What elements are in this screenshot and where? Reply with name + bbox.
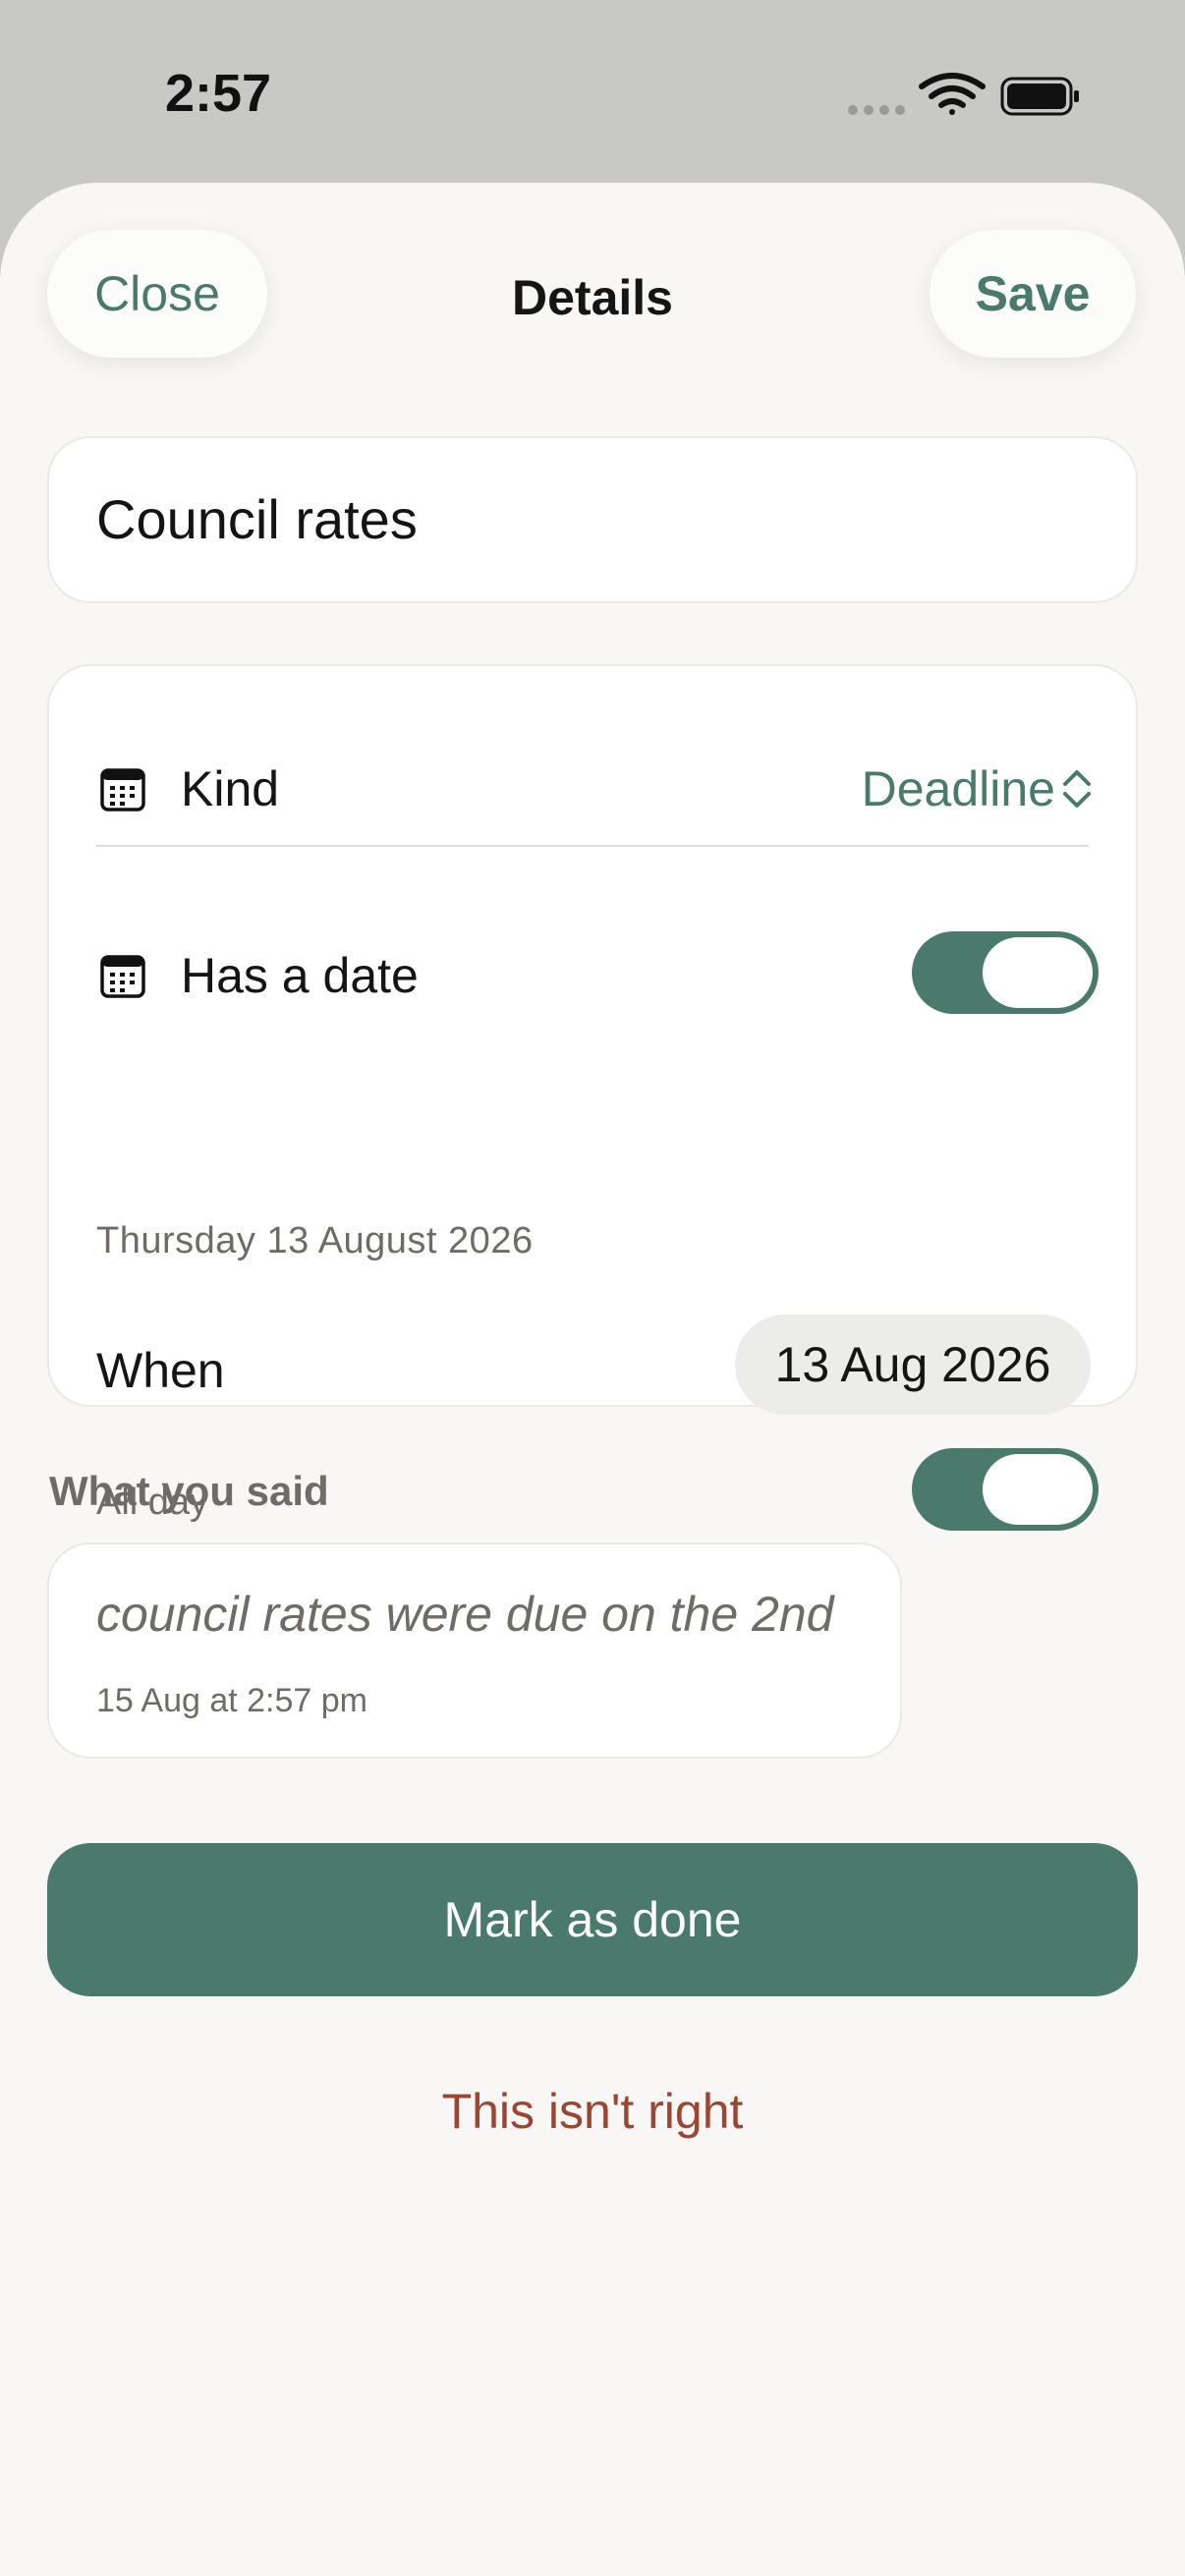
toggle-knob <box>983 1454 1093 1525</box>
status-time: 2:57 <box>165 64 272 123</box>
when-label: When <box>96 1343 225 1398</box>
date-long-text: Thursday 13 August 2026 <box>96 1220 534 1261</box>
mark-as-done-button[interactable]: Mark as done <box>47 1843 1138 1996</box>
kind-picker-value[interactable]: Deadline <box>862 760 1055 817</box>
title-field[interactable]: Council rates <box>47 436 1138 603</box>
said-card: council rates were due on the 2nd 15 Aug… <box>47 1542 902 1759</box>
wifi-icon <box>919 73 986 115</box>
kind-label: Kind <box>181 761 280 816</box>
what-you-said-heading: What you said <box>49 1468 329 1514</box>
properties-card: Kind Deadline Has a date Thursday 13 Aug… <box>47 664 1138 1531</box>
said-timestamp: 15 Aug at 2:57 pm <box>96 1682 367 1719</box>
all-day-toggle[interactable] <box>912 1448 1099 1531</box>
cellular-signal-icon <box>848 105 905 115</box>
chevron-up-down-icon[interactable] <box>1059 764 1095 813</box>
said-text: council rates were due on the 2nd <box>96 1587 834 1642</box>
calendar-icon <box>100 768 145 812</box>
this-isnt-right-button[interactable]: This isn't right <box>0 2083 1185 2140</box>
save-button[interactable]: Save <box>930 230 1136 358</box>
toggle-knob <box>983 937 1093 1008</box>
status-icons <box>848 73 1079 116</box>
details-sheet: Close Details Save Council rates Kind De… <box>0 183 1185 2576</box>
divider <box>96 845 1089 847</box>
has-date-toggle[interactable] <box>912 931 1099 1014</box>
has-date-label: Has a date <box>181 948 419 1003</box>
status-bar: 2:57 <box>0 0 1185 187</box>
title-input-value[interactable]: Council rates <box>96 487 418 551</box>
battery-icon <box>1000 77 1079 116</box>
calendar-icon <box>100 955 145 998</box>
date-picker-chip[interactable]: 13 Aug 2026 <box>735 1315 1091 1415</box>
